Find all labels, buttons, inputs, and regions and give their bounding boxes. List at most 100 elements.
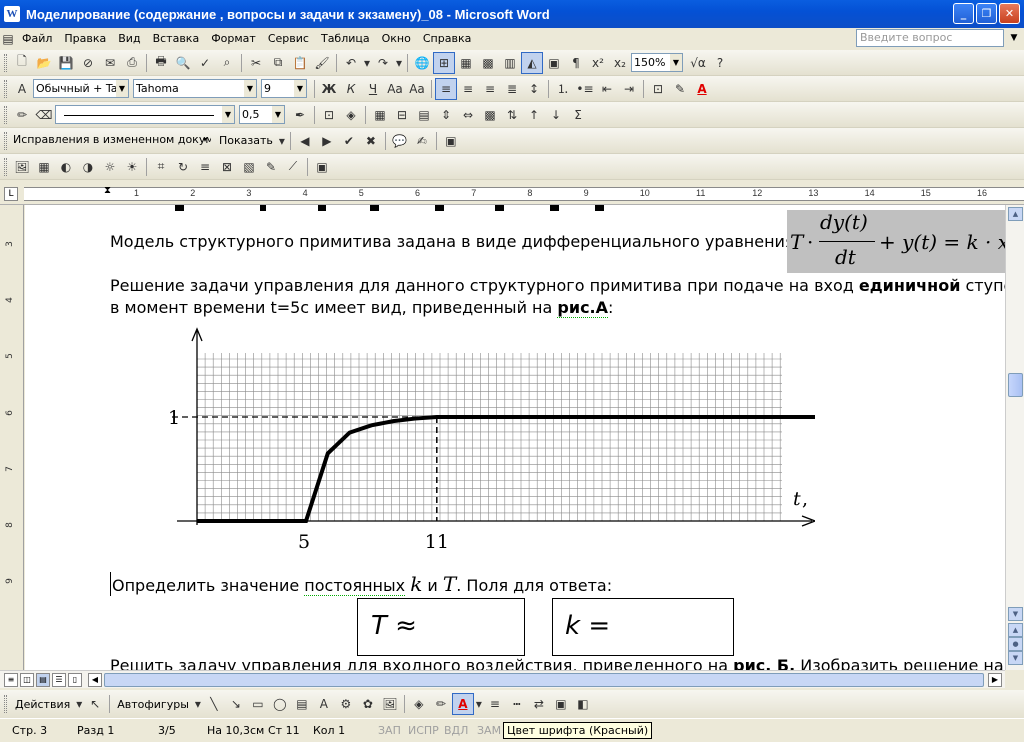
reading-view-icon[interactable]: ▯ (68, 673, 82, 687)
close-button[interactable]: ✕ (999, 3, 1020, 24)
undo-icon[interactable]: ↶ (340, 52, 362, 74)
line-spacing-icon[interactable]: ↕ (523, 78, 545, 100)
scroll-down-icon[interactable]: ▼ (1008, 607, 1023, 621)
style-dropdown-icon[interactable]: ▼ (116, 80, 128, 97)
actions-dropdown-icon[interactable]: ▾ (74, 693, 84, 715)
scroll-thumb[interactable] (1008, 373, 1023, 397)
sort-desc-icon[interactable]: ↓ (545, 104, 567, 126)
menu-insert[interactable]: Вставка (147, 28, 206, 50)
scroll-right-icon[interactable]: ▶ (988, 673, 1002, 687)
font-color-draw-icon[interactable]: A (451, 693, 474, 715)
underline-icon[interactable]: Ч (362, 78, 384, 100)
tab-selector-icon[interactable]: L (4, 187, 18, 201)
more-brightness-icon[interactable]: ☼ (99, 156, 121, 178)
track-changes-icon[interactable]: ✍ (411, 130, 433, 152)
subscript-icon[interactable]: x₂ (609, 52, 631, 74)
eraser-icon[interactable]: ⌫ (33, 104, 55, 126)
status-rec[interactable]: ЗАП (378, 724, 401, 737)
answer-k-field[interactable]: k = (552, 598, 734, 656)
crop-icon[interactable]: ⌗ (150, 156, 172, 178)
clipart-icon[interactable]: ✿ (357, 693, 379, 715)
vertical-ruler[interactable]: 3 4 5 6 7 8 9 (0, 205, 24, 685)
doc-map-icon[interactable]: ▣ (543, 52, 565, 74)
review-mode-select[interactable]: Исправления в измененном документ▾ (11, 131, 211, 150)
document-page[interactable]: Модель структурного примитива задана в в… (25, 205, 1005, 670)
line-style-draw-icon[interactable]: ≡ (484, 693, 506, 715)
normal-view-icon[interactable]: ≡ (4, 673, 18, 687)
reviewing-pane-icon[interactable]: ▣ (440, 130, 462, 152)
font-color-dropdown-icon[interactable]: ▾ (474, 693, 484, 715)
undo-dropdown-icon[interactable]: ▾ (362, 52, 372, 74)
menu-table[interactable]: Таблица (315, 28, 376, 50)
print-preview-icon[interactable]: ⎙ (121, 52, 143, 74)
doc-icon[interactable]: ▤ (0, 28, 16, 50)
tables-borders-icon[interactable]: ⊞ (433, 51, 455, 74)
highlight-icon[interactable]: ✎ (669, 78, 691, 100)
horizontal-scrollbar[interactable]: ≡ ◫ ▤ ☰ ▯ ◀ ▶ (0, 670, 1005, 688)
web-view-icon[interactable]: ◫ (20, 673, 34, 687)
equation-object[interactable]: T · dy(t) dt + y(t) = k · x (787, 210, 1005, 273)
rectangle-icon[interactable]: ▭ (247, 693, 269, 715)
insert-table-icon[interactable]: ▦ (455, 52, 477, 74)
save-icon[interactable]: 💾 (55, 52, 77, 74)
align-cell-icon[interactable]: ▤ (413, 104, 435, 126)
toolbar-grip[interactable] (4, 695, 7, 713)
vertical-scrollbar[interactable]: ▲ ▼ ▲ ● ▼ (1005, 205, 1024, 670)
decrease-indent-icon[interactable]: ⇤ (596, 78, 618, 100)
help-icon[interactable]: ? (709, 52, 731, 74)
email-icon[interactable]: ✉ (99, 52, 121, 74)
print-view-icon[interactable]: ▤ (36, 673, 50, 687)
wordart-icon[interactable]: A (313, 693, 335, 715)
menu-file[interactable]: Файл (16, 28, 58, 50)
distribute-rows-icon[interactable]: ⇕ (435, 104, 457, 126)
next-page-icon[interactable]: ▼ (1008, 651, 1023, 665)
scroll-up-icon[interactable]: ▲ (1008, 207, 1023, 221)
distribute-cols-icon[interactable]: ⇔ (457, 104, 479, 126)
rotate-icon[interactable]: ↻ (172, 156, 194, 178)
drawing-icon[interactable]: ◭ (521, 51, 543, 74)
sort-asc-icon[interactable]: ↑ (523, 104, 545, 126)
toolbar-grip[interactable] (4, 105, 7, 124)
menu-view[interactable]: Вид (112, 28, 146, 50)
reject-change-icon[interactable]: ✖ (360, 130, 382, 152)
border-color-icon[interactable]: ✒ (289, 104, 311, 126)
arrow-style-icon[interactable]: ⇄ (528, 693, 550, 715)
answer-T-field[interactable]: T ≈ (357, 598, 525, 656)
autoshapes-button[interactable]: Автофигуры (113, 698, 193, 711)
styles-pane-icon[interactable]: A (11, 78, 33, 100)
autoformat-icon[interactable]: ▩ (479, 104, 501, 126)
text-direction-icon[interactable]: ⇅ (501, 104, 523, 126)
arrow-icon[interactable]: ↘ (225, 693, 247, 715)
toolbar-grip[interactable] (4, 79, 7, 98)
shading-icon[interactable]: ◈ (340, 104, 362, 126)
fill-color-icon[interactable]: ◈ (408, 693, 430, 715)
superscript-icon[interactable]: x² (587, 52, 609, 74)
prev-page-icon[interactable]: ▲ (1008, 623, 1023, 637)
status-ext[interactable]: ВДЛ (444, 724, 468, 737)
word-app-icon[interactable]: W (4, 6, 20, 22)
compress-icon[interactable]: ⊠ (216, 156, 238, 178)
copy-icon[interactable]: ⧉ (267, 52, 289, 74)
spelling-icon[interactable]: ✓ (194, 52, 216, 74)
text-wrap-icon[interactable]: ▧ (238, 156, 260, 178)
new-doc-icon[interactable]: 🗋 (11, 52, 33, 74)
draw-actions-button[interactable]: Действия (11, 698, 74, 711)
show-hide-icon[interactable]: ¶ (565, 52, 587, 74)
toolbar-grip[interactable] (4, 157, 7, 176)
draw-table-icon[interactable]: ✏ (11, 104, 33, 126)
redo-icon[interactable]: ↷ (372, 52, 394, 74)
format-picture-icon[interactable]: ✎ (260, 156, 282, 178)
weight-dropdown-icon[interactable]: ▼ (272, 106, 284, 123)
line-style-pic-icon[interactable]: ≡ (194, 156, 216, 178)
numbering-icon[interactable]: ⒈ (552, 78, 574, 100)
reset-picture-icon[interactable]: ▣ (311, 156, 333, 178)
zoom-select[interactable]: 150% ▼ (631, 53, 683, 72)
line-style-select[interactable]: ▼ (55, 105, 235, 124)
hscroll-thumb[interactable] (104, 673, 984, 687)
hyperlink-icon[interactable]: 🌐 (411, 52, 433, 74)
increase-indent-icon[interactable]: ⇥ (618, 78, 640, 100)
toolbar-grip[interactable] (4, 53, 7, 72)
autosum-icon[interactable]: Σ (567, 104, 589, 126)
bold-icon[interactable]: Ж (318, 78, 340, 100)
paste-icon[interactable]: 📋 (289, 52, 311, 74)
